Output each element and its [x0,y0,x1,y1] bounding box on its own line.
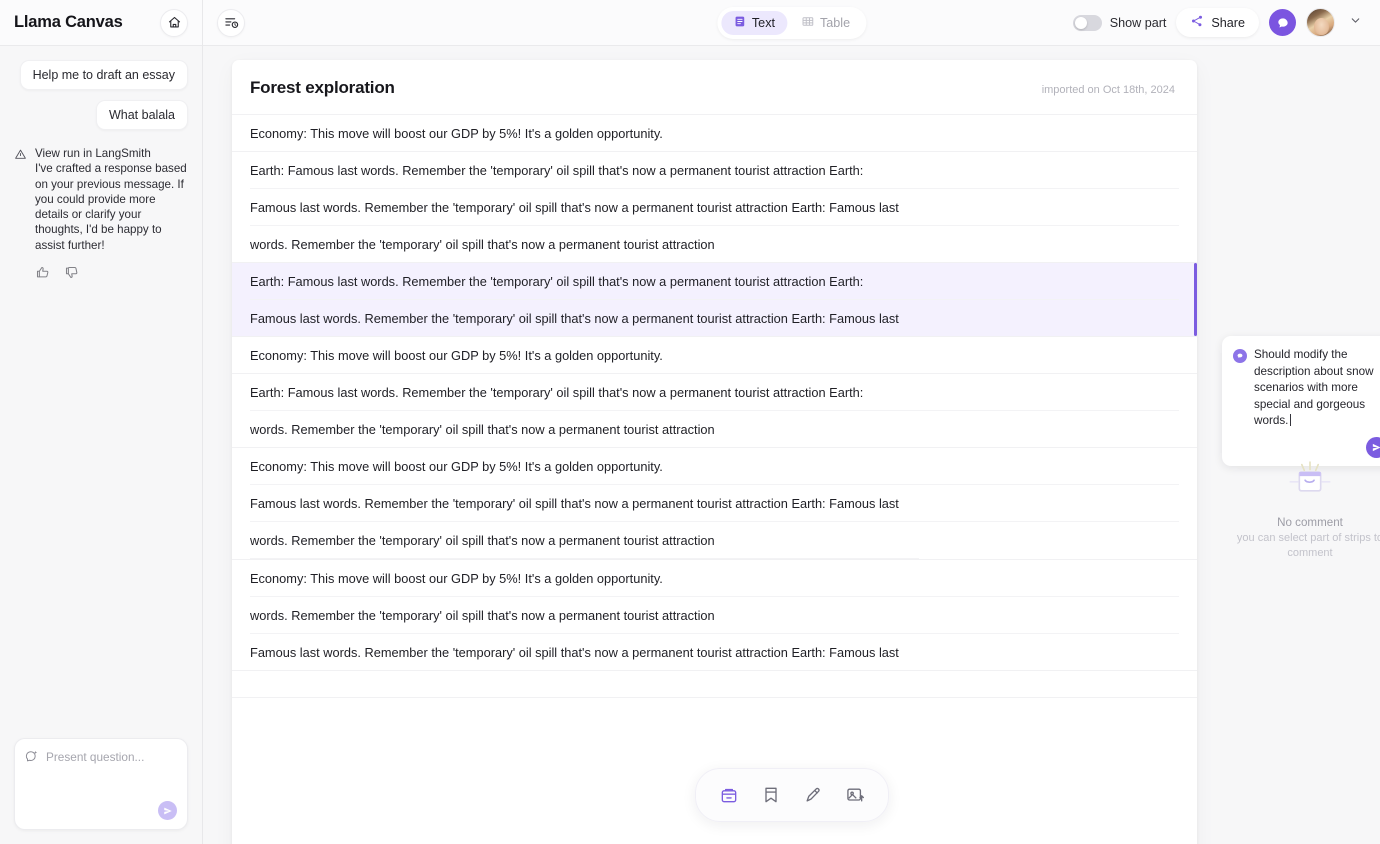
table-insert-icon[interactable] [712,778,746,812]
user-avatar[interactable] [1306,8,1335,37]
text-caret [1290,414,1291,426]
document-strip[interactable]: Earth: Famous last words. Remember the '… [232,151,1197,262]
suggestion-row-1: Help me to draft an essay [14,60,188,90]
show-part-label: Show part [1110,16,1167,30]
assistant-message-text: I've crafted a response based on your pr… [35,162,187,251]
comment-text: Should modify the description about snow… [1254,347,1380,430]
document-header: Forest exploration imported on Oct 18th,… [232,60,1197,114]
share-button[interactable]: Share [1176,8,1259,37]
bookmark-icon[interactable] [754,778,788,812]
strip-line[interactable]: words. Remember the 'temporary' oil spil… [250,522,919,559]
comment-text-value: Should modify the description about snow… [1254,348,1374,427]
home-icon[interactable] [160,9,188,37]
strip-line[interactable]: Earth: Famous last words. Remember the '… [250,263,1179,300]
empty-state-subtitle: you can select part of strips to comment [1222,531,1380,560]
app-brand-title: Llama Canvas [14,13,152,32]
feedback-row [35,265,188,280]
empty-box-icon [1285,491,1335,508]
document-strip-blank[interactable] [232,697,1197,724]
app-root: Llama Canvas Help me to draft an essay W… [0,0,1380,844]
bottom-tool-dock[interactable] [695,768,889,822]
comment-actions [1233,430,1380,458]
assistant-message-body: View run in LangSmith I've crafted a res… [35,146,188,253]
composer-input[interactable] [46,749,180,764]
empty-state-title: No comment [1222,516,1380,529]
composer-top-row [25,749,177,769]
strip-line[interactable]: Economy: This move will boost our GDP by… [250,337,1179,373]
text-doc-icon [733,15,746,31]
strip-line[interactable]: Earth: Famous last words. Remember the '… [250,152,1179,189]
suggestion-chip-what-balala[interactable]: What balala [96,100,188,130]
top-toolbar-right: Show part Share [1073,8,1366,37]
comment-send-button[interactable] [1366,437,1380,458]
workspace: Forest exploration imported on Oct 18th,… [203,46,1380,844]
strip-line[interactable]: Economy: This move will boost our GDP by… [250,448,1179,485]
image-upload-icon[interactable] [838,778,872,812]
pen-edit-icon[interactable] [796,778,830,812]
document-title[interactable]: Forest exploration [250,78,395,98]
document-strip[interactable]: Economy: This move will boost our GDP by… [232,114,1197,151]
strip-line[interactable]: Economy: This move will boost our GDP by… [250,560,1179,597]
document-strip[interactable]: Economy: This move will boost our GDP by… [232,336,1197,373]
document-strip[interactable]: Earth: Famous last words. Remember the '… [232,373,1197,447]
view-mode-switch[interactable]: Text Table [717,7,866,39]
langsmith-run-link[interactable]: View run in LangSmith [35,146,188,161]
strip-line[interactable]: Famous last words. Remember the 'tempora… [250,485,1179,522]
document-card: Forest exploration imported on Oct 18th,… [232,60,1197,844]
history-icon[interactable] [217,9,245,37]
composer-send-button[interactable] [158,801,177,820]
show-part-toggle-knob [1075,17,1087,29]
document-imported-date: imported on Oct 18th, 2024 [1042,84,1175,96]
show-part-toggle-track[interactable] [1073,15,1102,31]
comment-body-row: Should modify the description about snow… [1233,347,1380,430]
strip-line[interactable]: Economy: This move will boost our GDP by… [250,115,1179,151]
strip-line[interactable]: Famous last words. Remember the 'tempora… [250,189,1179,226]
suggestion-row-2: What balala [14,100,188,130]
comment-rail: Should modify the description about snow… [1222,60,1380,844]
commenter-avatar [1233,349,1247,363]
sidebar-header: Llama Canvas [0,0,202,46]
document-strips: Economy: This move will boost our GDP by… [232,114,1197,724]
chevron-down-icon[interactable] [1345,10,1366,36]
assistant-message: View run in LangSmith I've crafted a res… [14,146,188,253]
assistant-avatar-button[interactable] [1269,9,1296,36]
document-strip-blank[interactable] [232,670,1197,697]
strip-line[interactable]: words. Remember the 'temporary' oil spil… [250,597,1179,634]
active-comment-card[interactable]: Should modify the description about snow… [1222,336,1380,466]
left-sidebar: Llama Canvas Help me to draft an essay W… [0,0,203,844]
strip-line[interactable]: Famous last words. Remember the 'tempora… [250,300,1179,336]
strip-line[interactable]: Famous last words. Remember the 'tempora… [250,634,1179,670]
main-area: Text Table Show part [203,0,1380,844]
share-label: Share [1211,16,1245,30]
table-grid-icon [801,15,814,31]
top-toolbar: Text Table Show part [203,0,1380,46]
strip-line[interactable]: words. Remember the 'temporary' oil spil… [250,226,1179,262]
tab-table[interactable]: Table [789,11,862,35]
comments-empty-state: No comment you can select part of strips… [1222,458,1380,560]
thumbs-down-icon[interactable] [64,265,79,280]
thumbs-up-icon[interactable] [35,265,50,280]
tab-table-label: Table [820,16,850,30]
warning-triangle-icon [14,148,27,253]
sparkle-chat-icon [25,749,40,769]
share-nodes-icon [1190,14,1204,31]
document-strip[interactable]: Economy: This move will boost our GDP by… [232,447,1197,559]
document-strip[interactable]: Earth: Famous last words. Remember the '… [232,262,1197,336]
suggestion-chip-draft-essay[interactable]: Help me to draft an essay [20,60,188,90]
tab-text[interactable]: Text [721,11,787,35]
document-strip[interactable]: Economy: This move will boost our GDP by… [232,559,1197,670]
strip-line[interactable]: Earth: Famous last words. Remember the '… [250,374,1179,411]
strip-line[interactable]: words. Remember the 'temporary' oil spil… [250,411,1179,447]
show-part-toggle[interactable]: Show part [1073,15,1167,31]
sidebar-conversation: Help me to draft an essay What balala Vi… [0,46,202,844]
sidebar-composer[interactable] [14,738,188,830]
tab-text-label: Text [752,16,775,30]
